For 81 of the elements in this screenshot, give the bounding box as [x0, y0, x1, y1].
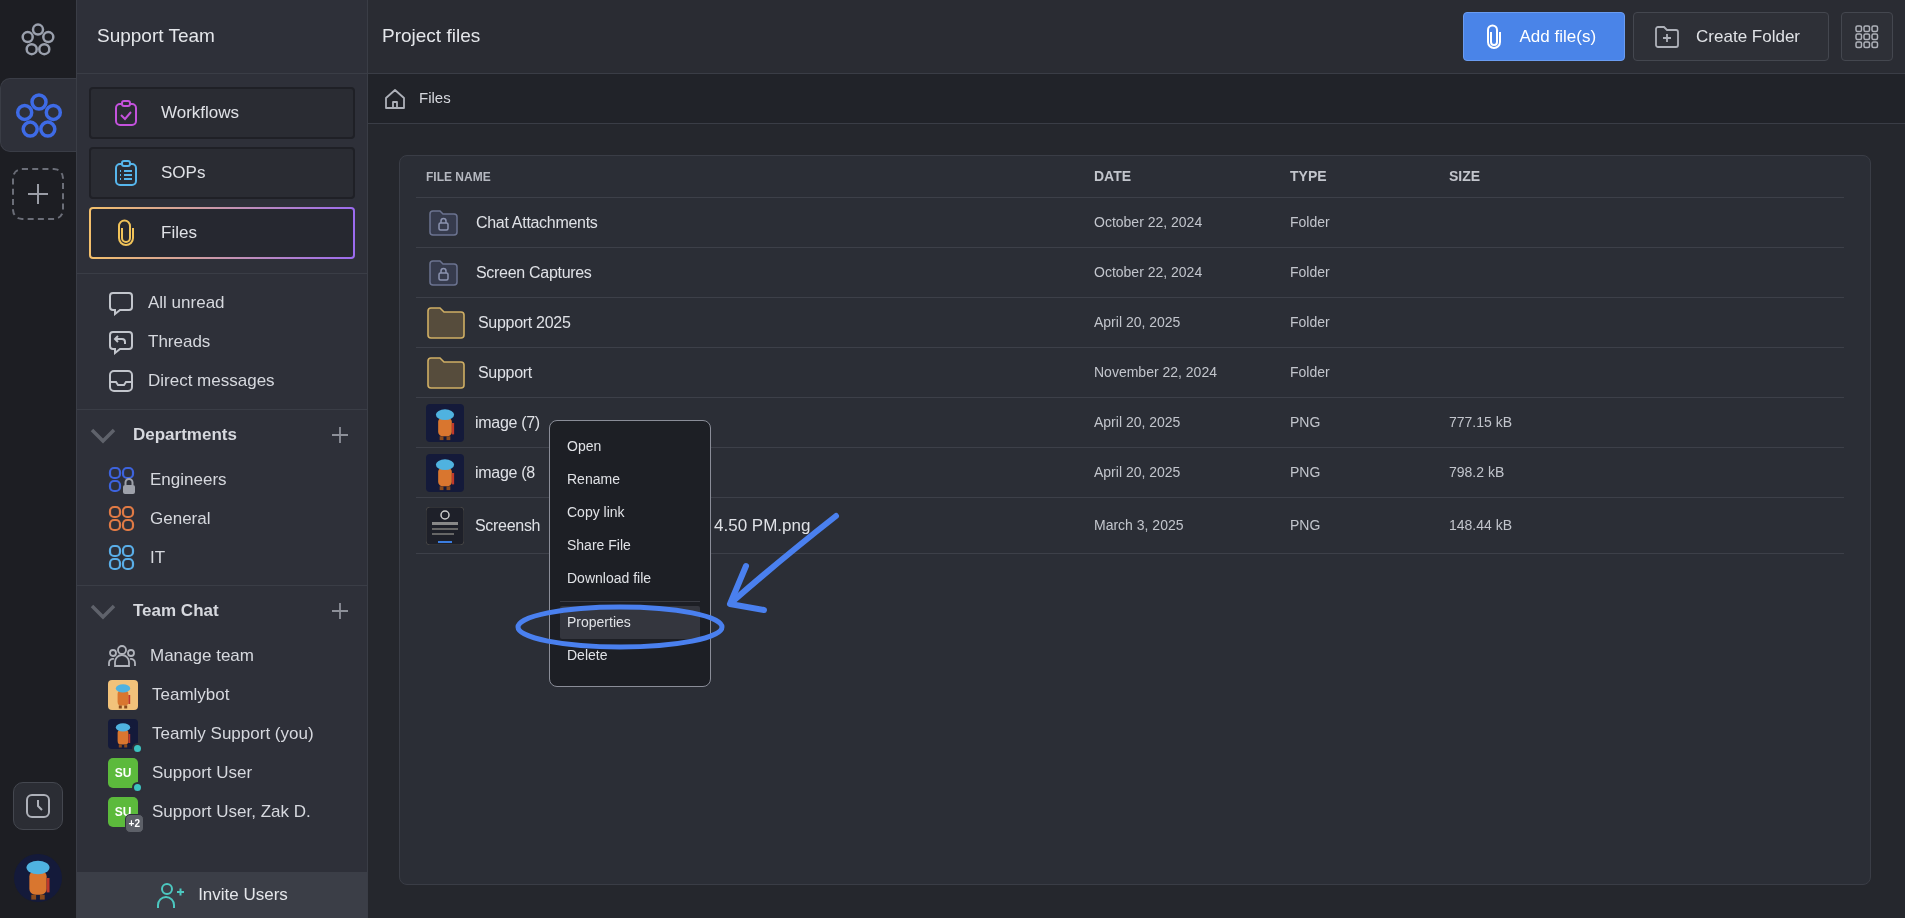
- locked-folder-icon: [426, 207, 460, 238]
- column-header[interactable]: SIZE: [1449, 168, 1481, 184]
- people-icon: [108, 643, 136, 668]
- sidebar-item[interactable]: Teamlybot: [77, 675, 367, 714]
- file-name[interactable]: Support: [478, 360, 532, 385]
- tool-tab[interactable]: Workflows: [89, 87, 355, 139]
- sidebar-item[interactable]: Teamly Support (you): [77, 714, 367, 753]
- folder-icon: [426, 355, 466, 390]
- folder-icon: [426, 305, 466, 340]
- file-name[interactable]: image (8: [475, 460, 535, 485]
- section-title: Departments: [133, 424, 238, 447]
- tool-tab[interactable]: Files: [89, 207, 355, 259]
- type-cell: PNG: [1290, 414, 1321, 430]
- menu-item[interactable]: Delete: [560, 639, 700, 672]
- date-cell: April 20, 2025: [1094, 414, 1181, 430]
- type-cell: Folder: [1290, 264, 1330, 280]
- history-button[interactable]: [13, 782, 63, 830]
- size-cell: 148.44 kB: [1449, 517, 1513, 533]
- menu-item[interactable]: Share File: [560, 529, 700, 562]
- type-cell: Folder: [1290, 214, 1330, 230]
- workspace-icon: [13, 90, 64, 140]
- locked-folder-icon: [426, 257, 460, 288]
- section-title: Team Chat: [133, 600, 220, 623]
- file-name[interactable]: Screensh: [475, 513, 541, 538]
- home-icon[interactable]: [383, 86, 407, 111]
- inbox-icon: [108, 367, 134, 394]
- workspace-button[interactable]: [0, 78, 76, 152]
- type-cell: Folder: [1290, 314, 1330, 330]
- clipboard-check-icon: [113, 99, 139, 127]
- page-title: Project files: [382, 24, 482, 49]
- grid-icon: [1855, 24, 1879, 49]
- clipboard-list-icon: [113, 159, 139, 187]
- reply-icon: [108, 328, 134, 355]
- menu-item[interactable]: Open: [560, 430, 700, 463]
- date-cell: April 20, 2025: [1094, 464, 1181, 480]
- invite-users-button[interactable]: Invite Users: [77, 872, 367, 918]
- menu-item[interactable]: Rename: [560, 463, 700, 496]
- file-name[interactable]: Chat Attachments: [476, 210, 598, 235]
- sidebar-item[interactable]: General: [77, 499, 367, 538]
- sidebar-item[interactable]: Manage team: [77, 636, 367, 675]
- file-name[interactable]: Screen Captures: [476, 260, 592, 285]
- add-user-icon: [156, 881, 185, 909]
- sidebar-item[interactable]: All unread: [77, 283, 367, 322]
- date-cell: November 22, 2024: [1094, 364, 1217, 380]
- workspace-title: Support Team: [97, 24, 215, 49]
- date-cell: October 22, 2024: [1094, 264, 1203, 280]
- column-header[interactable]: FILE NAME: [426, 167, 491, 186]
- sidebar-item[interactable]: SU Support User: [77, 753, 367, 792]
- add-icon[interactable]: [331, 602, 349, 620]
- plus-icon: [26, 182, 50, 206]
- sidebar-item[interactable]: IT: [77, 538, 367, 577]
- menu-item[interactable]: Copy link: [560, 496, 700, 529]
- file-name[interactable]: 4.50 PM.png: [714, 512, 811, 539]
- sidebar-item[interactable]: Threads: [77, 322, 367, 361]
- type-cell: PNG: [1290, 464, 1321, 480]
- breadcrumb-link[interactable]: Files: [419, 87, 451, 110]
- add-workspace-button[interactable]: [12, 168, 64, 220]
- tool-tab[interactable]: SOPs: [89, 147, 355, 199]
- column-header[interactable]: DATE: [1094, 168, 1132, 184]
- file-name[interactable]: Support 2025: [478, 310, 571, 335]
- menu-item[interactable]: Download file: [560, 562, 700, 595]
- type-cell: PNG: [1290, 517, 1321, 533]
- sidebar-item[interactable]: Engineers: [77, 460, 367, 499]
- initials-avatar: SU: [108, 757, 138, 788]
- date-cell: March 3, 2025: [1094, 517, 1184, 533]
- date-cell: April 20, 2025: [1094, 314, 1181, 330]
- file-name[interactable]: image (7): [475, 410, 540, 435]
- logo-icon: [20, 21, 56, 57]
- clock-icon: [25, 793, 51, 819]
- size-cell: 798.2 kB: [1449, 464, 1505, 480]
- folder-plus-icon: [1654, 24, 1681, 49]
- apps-button[interactable]: [1841, 12, 1893, 61]
- type-cell: Folder: [1290, 364, 1330, 380]
- create-folder-button[interactable]: Create Folder: [1633, 12, 1829, 61]
- sidebar-item[interactable]: Direct messages: [77, 361, 367, 400]
- add-icon[interactable]: [331, 426, 349, 444]
- size-cell: 777.15 kB: [1449, 414, 1513, 430]
- date-cell: October 22, 2024: [1094, 214, 1203, 230]
- column-header[interactable]: TYPE: [1290, 168, 1327, 184]
- chat-icon: [108, 289, 134, 316]
- add-files-button[interactable]: Add file(s): [1462, 12, 1626, 61]
